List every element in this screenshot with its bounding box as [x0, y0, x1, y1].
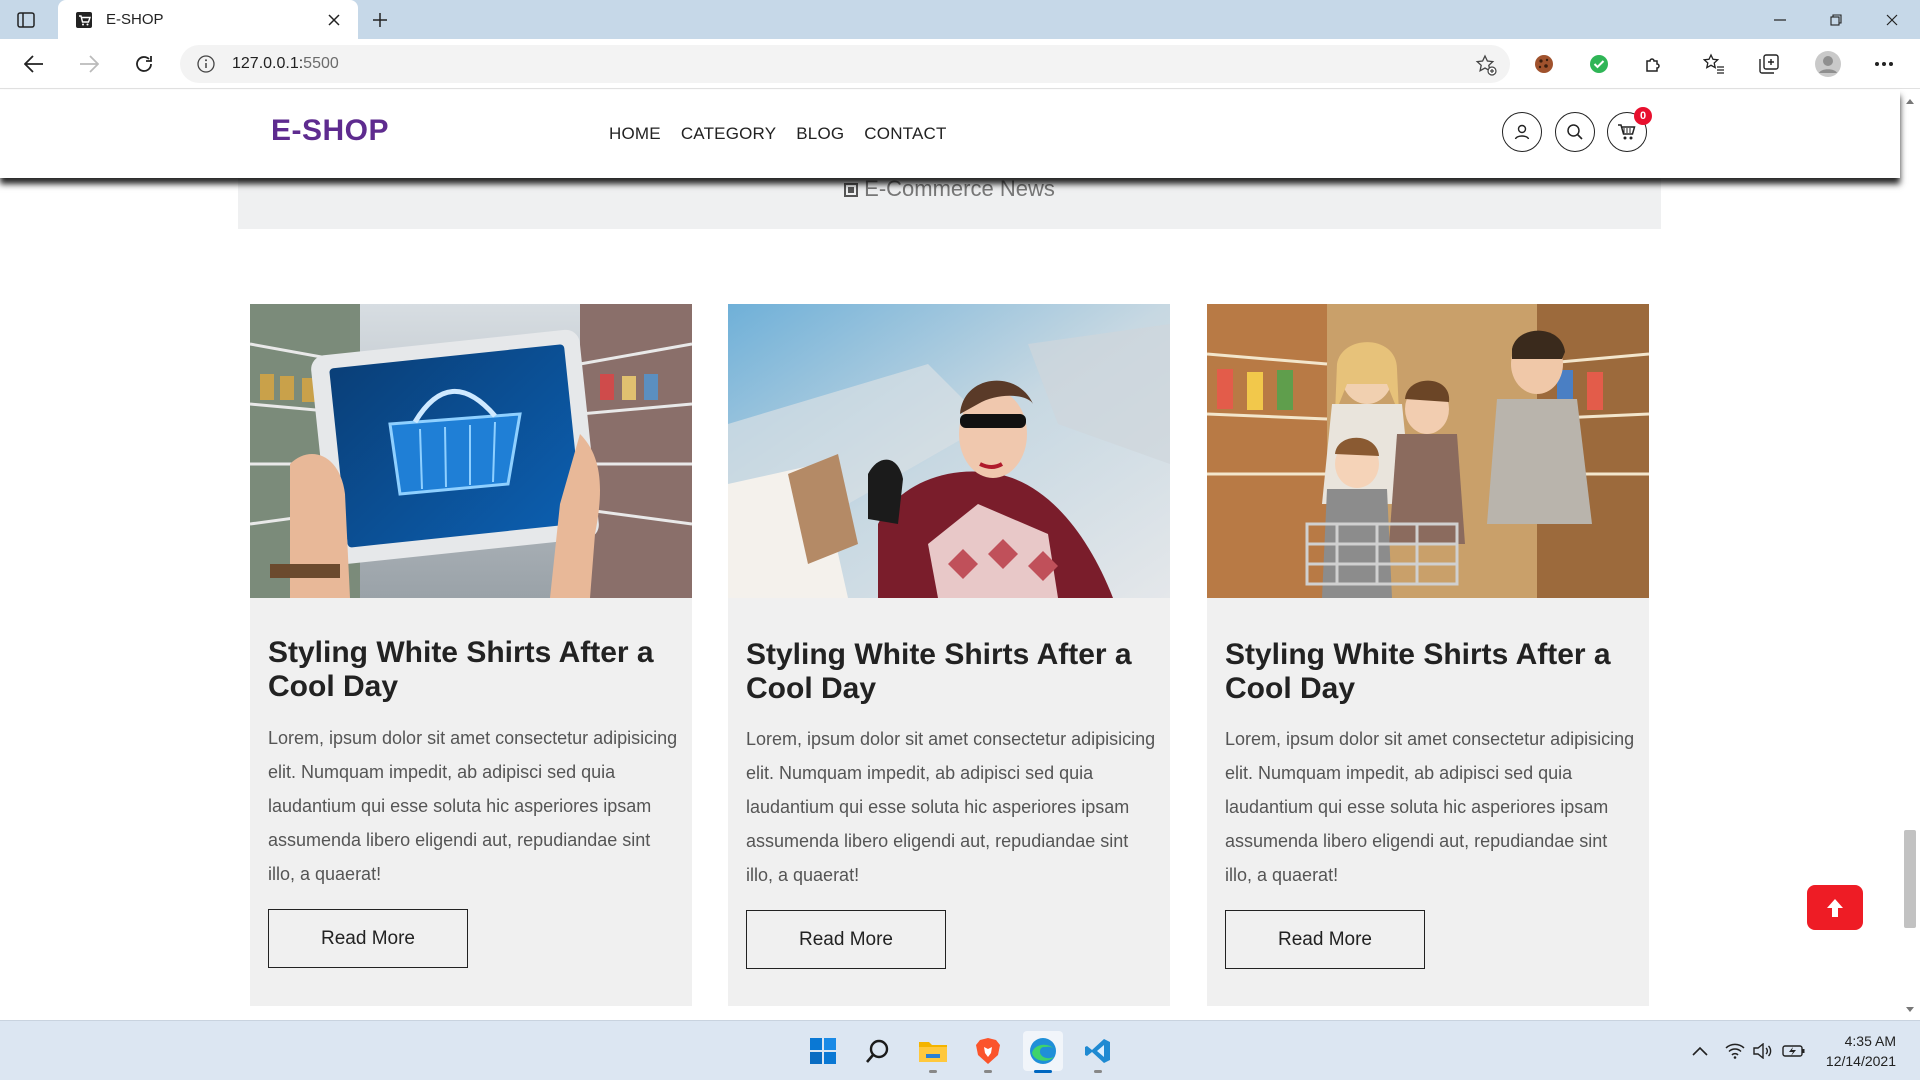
site-info-icon[interactable]: [196, 54, 216, 74]
volume-icon[interactable]: [1749, 1037, 1777, 1065]
tray-overflow-chevron-icon[interactable]: [1686, 1037, 1714, 1065]
browser-toolbar: 127.0.0.1:5500: [0, 39, 1920, 89]
check-extension-icon[interactable]: [1583, 48, 1615, 80]
page-scrollbar[interactable]: [1900, 90, 1920, 1020]
battery-charging-icon[interactable]: [1780, 1037, 1808, 1065]
section-banner: E-Commerce News: [238, 170, 1661, 229]
restore-icon[interactable]: [1808, 0, 1864, 39]
clock-time: 4:35 AM: [1844, 1033, 1896, 1049]
user-icon: [1514, 124, 1530, 140]
wifi-icon[interactable]: [1721, 1037, 1749, 1065]
scroll-up-icon[interactable]: [1906, 98, 1914, 106]
running-indicator: [1094, 1070, 1102, 1073]
taskbar-search-icon[interactable]: [858, 1031, 898, 1071]
card-image: [1207, 304, 1649, 598]
close-window-icon[interactable]: [1864, 0, 1920, 39]
site-logo[interactable]: E-SHOP: [271, 114, 389, 148]
blog-card: Styling White Shirts After a Cool Day Lo…: [250, 304, 692, 1006]
new-tab-icon[interactable]: [366, 6, 394, 34]
card-text: Lorem, ipsum dolor sit amet consectetur …: [746, 729, 1156, 885]
search-button[interactable]: [1555, 112, 1595, 152]
running-indicator: [984, 1070, 992, 1073]
card-text: Lorem, ipsum dolor sit amet consectetur …: [1225, 729, 1635, 885]
site-header: E-SHOP HOME CATEGORY BLOG CONTACT 0: [0, 90, 1900, 178]
nav-contact[interactable]: CONTACT: [864, 124, 946, 144]
refresh-icon[interactable]: [128, 48, 160, 80]
shopping-basket-tablet-image: [250, 304, 692, 598]
woman-shopping-bags-image: [728, 304, 1170, 598]
card-title: Styling White Shirts After a Cool Day: [268, 636, 654, 703]
scrollbar-thumb[interactable]: [1904, 830, 1916, 928]
favorites-icon[interactable]: [1698, 48, 1730, 80]
user-account-button[interactable]: [1502, 112, 1542, 152]
card-image: [250, 304, 692, 598]
more-options-icon[interactable]: [1868, 48, 1900, 80]
nav-category[interactable]: CATEGORY: [681, 124, 776, 144]
nav-home[interactable]: HOME: [609, 124, 661, 144]
read-more-button[interactable]: Read More: [1225, 910, 1425, 969]
running-indicator: [929, 1070, 937, 1073]
card-title: Styling White Shirts After a Cool Day: [746, 638, 1132, 705]
tab-actions-icon[interactable]: [14, 8, 38, 32]
browser-tab-strip: E-SHOP: [0, 0, 1920, 39]
blog-card: Styling White Shirts After a Cool Day Lo…: [1207, 304, 1649, 1006]
forward-arrow-icon[interactable]: [73, 48, 105, 80]
cookie-extension-icon[interactable]: [1528, 48, 1560, 80]
cart-count-badge: 0: [1634, 107, 1652, 125]
profile-avatar-icon[interactable]: [1812, 48, 1844, 80]
back-arrow-icon[interactable]: [18, 48, 50, 80]
collections-icon[interactable]: [1753, 48, 1785, 80]
address-bar[interactable]: 127.0.0.1:5500: [180, 45, 1510, 83]
family-supermarket-image: [1207, 304, 1649, 598]
main-nav: HOME CATEGORY BLOG CONTACT: [609, 124, 967, 144]
clock-date: 12/14/2021: [1825, 1053, 1896, 1069]
window-controls: [1752, 0, 1920, 39]
brave-browser-icon[interactable]: [968, 1031, 1008, 1073]
card-text: Lorem, ipsum dolor sit amet consectetur …: [268, 728, 678, 884]
edge-browser-icon[interactable]: [1023, 1031, 1063, 1073]
browser-tab[interactable]: E-SHOP: [58, 0, 358, 39]
cart-icon: [1618, 124, 1636, 140]
vscode-icon[interactable]: [1078, 1031, 1118, 1073]
section-heading: E-Commerce News: [238, 176, 1661, 202]
system-clock[interactable]: 4:35 AM 12/14/2021: [1826, 1031, 1896, 1071]
search-icon: [1567, 124, 1583, 140]
url-text: 127.0.0.1:5500: [232, 55, 339, 72]
cart-favicon-icon: [74, 10, 94, 30]
extensions-puzzle-icon[interactable]: [1638, 48, 1670, 80]
tab-title: E-SHOP: [106, 11, 164, 28]
card-title: Styling White Shirts After a Cool Day: [1225, 638, 1611, 705]
add-favorite-icon[interactable]: [1474, 53, 1498, 77]
scroll-down-icon[interactable]: [1906, 1005, 1914, 1013]
card-image: [728, 304, 1170, 598]
blog-card: Styling White Shirts After a Cool Day Lo…: [728, 304, 1170, 1006]
read-more-button[interactable]: Read More: [746, 910, 946, 969]
active-indicator: [1034, 1070, 1052, 1073]
square-bullet-icon: [844, 183, 859, 197]
windows-start-icon[interactable]: [803, 1031, 843, 1071]
scroll-to-top-button[interactable]: [1807, 885, 1863, 930]
nav-blog[interactable]: BLOG: [796, 124, 844, 144]
windows-taskbar: 4:35 AM 12/14/2021: [0, 1020, 1920, 1080]
minimize-icon[interactable]: [1752, 0, 1808, 39]
read-more-button[interactable]: Read More: [268, 909, 468, 968]
arrow-up-icon: [1827, 898, 1843, 917]
file-explorer-icon[interactable]: [913, 1031, 953, 1073]
cart-button[interactable]: 0: [1607, 107, 1652, 152]
tab-close-icon[interactable]: [320, 6, 348, 34]
